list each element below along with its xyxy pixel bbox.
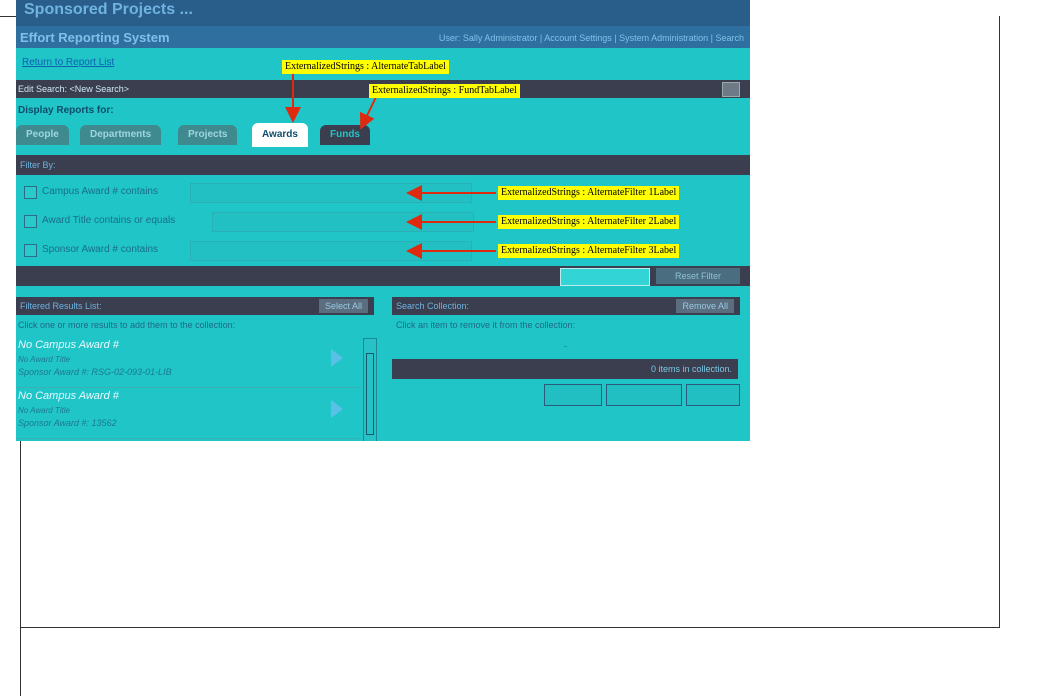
annotation-arrows xyxy=(285,73,496,259)
arrow-fund-tab xyxy=(360,96,377,130)
annotation-alternate-tab: ExternalizedStrings : AlternateTabLabel xyxy=(282,60,449,74)
annotation-filter-1: ExternalizedStrings : AlternateFilter 1L… xyxy=(498,186,680,200)
annotation-filter-3: ExternalizedStrings : AlternateFilter 3L… xyxy=(498,244,680,258)
annotation-fund-tab: ExternalizedStrings : FundTabLabel xyxy=(369,84,520,98)
annotation-filter-2: ExternalizedStrings : AlternateFilter 2L… xyxy=(498,215,680,229)
